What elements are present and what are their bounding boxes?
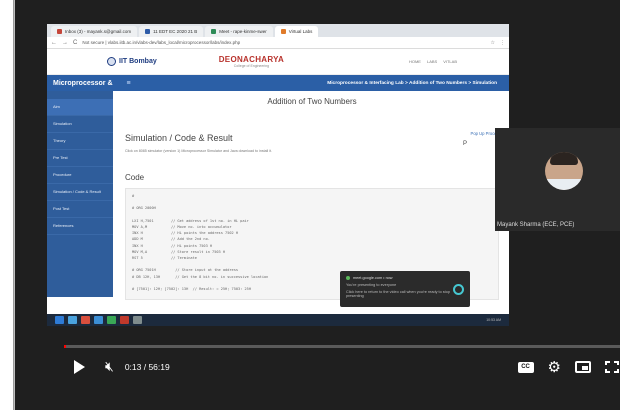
captions-icon[interactable]: CC xyxy=(517,361,534,373)
presenting-notification[interactable]: meet.google.com • now You're presenting … xyxy=(340,271,470,307)
tab-favicon xyxy=(145,29,151,34)
page-left-margin xyxy=(0,0,14,410)
play-icon[interactable] xyxy=(74,360,85,374)
bookmark-star-icon[interactable]: ☆ xyxy=(491,40,495,46)
tab-label: Inbox (3) - mayank.s@gmail.com xyxy=(65,29,132,34)
p-marker: P xyxy=(462,141,467,147)
tab-favicon xyxy=(57,29,62,34)
meet-icon xyxy=(346,276,350,280)
taskbar-app-icon[interactable] xyxy=(133,316,142,324)
mute-icon[interactable]: 🔇︎ xyxy=(105,359,114,375)
breadcrumb: Microprocessor & Interfacing Lab > Addit… xyxy=(327,80,497,86)
college-name: DEONACHARYA xyxy=(218,55,285,64)
url-field[interactable]: Not secure | vlabs.iitb.ac.in/vlabs-dev/… xyxy=(82,40,240,45)
iit-emblem-icon xyxy=(107,57,116,66)
video-player[interactable]: Inbox (3) - mayank.s@gmail.com 11 EDT EC… xyxy=(14,0,620,410)
taskbar-clock: 10:53 AM xyxy=(486,318,501,322)
windows-taskbar: 10:53 AM xyxy=(47,314,509,326)
browser-tab-active[interactable]: Virtual Labs xyxy=(274,26,319,37)
sidebar-item-references[interactable]: References xyxy=(47,218,113,235)
simulation-description: Click on 8085 simulator (version 1) Micr… xyxy=(125,149,273,153)
browser-menu-icon[interactable]: ⋮ xyxy=(500,40,505,46)
lab-body: Aim Simulation Theory Pre Test Procedure… xyxy=(47,91,509,300)
fullscreen-icon[interactable] xyxy=(605,361,619,373)
taskbar-app-icon[interactable] xyxy=(94,316,103,324)
college-logo: DEONACHARYA College of Engineering xyxy=(219,55,284,68)
toast-source: meet.google.com • now xyxy=(353,276,393,280)
back-icon[interactable]: ← xyxy=(51,40,57,46)
iit-logo[interactable]: IIT Bombay xyxy=(107,57,157,66)
pdf-icon[interactable] xyxy=(120,316,129,324)
gear-icon[interactable]: ⚙ xyxy=(548,358,561,376)
lab-sidebar: Aim Simulation Theory Pre Test Procedure… xyxy=(47,91,113,297)
browser-tab-strip: Inbox (3) - mayank.s@gmail.com 11 EDT EC… xyxy=(47,24,509,37)
video-progress-bar[interactable] xyxy=(64,345,620,348)
taskbar-app-icon[interactable] xyxy=(107,316,116,324)
tab-favicon xyxy=(211,29,217,34)
sidebar-item-procedure[interactable]: Procedure xyxy=(47,167,113,184)
forward-icon[interactable]: → xyxy=(62,40,68,46)
browser-tab[interactable]: Inbox (3) - mayank.s@gmail.com xyxy=(51,26,138,37)
sidebar-item-post-test[interactable]: Post Test xyxy=(47,201,113,218)
tab-favicon xyxy=(280,29,286,34)
meet-return-icon[interactable] xyxy=(453,284,464,295)
simulation-heading: Simulation / Code & Result xyxy=(125,133,233,143)
lab-navbar: Microprocessor & ≡ Microprocessor & Inte… xyxy=(47,75,509,91)
taskbar-app-icon[interactable] xyxy=(68,316,77,324)
tab-label: 11 EDT EC 2020 21 B xyxy=(153,29,198,34)
participant-tile: Mayank Sharma (ECE, PCE) xyxy=(495,128,620,231)
tab-label: Meet - rape-kinme-swer xyxy=(219,29,267,34)
address-bar: ← → C Not secure | vlabs.iitb.ac.in/vlab… xyxy=(47,37,509,49)
participant-name: Mayank Sharma (ECE, PCE) xyxy=(497,222,575,228)
toast-body: Click here to return to the video call w… xyxy=(346,290,450,298)
code-heading: Code xyxy=(125,173,145,182)
participant-avatar xyxy=(545,152,583,190)
sidebar-item-simulation[interactable]: Simulation xyxy=(47,116,113,133)
sidebar-item-pre-test[interactable]: Pre Test xyxy=(47,150,113,167)
iit-logo-text: IIT Bombay xyxy=(119,58,157,65)
sidebar-item-theory[interactable]: Theory xyxy=(47,133,113,150)
nav-labs[interactable]: LABS xyxy=(427,59,437,64)
shared-screen: Inbox (3) - mayank.s@gmail.com 11 EDT EC… xyxy=(47,24,509,326)
lab-content: Addition of Two Numbers Pop Up Procedure… xyxy=(113,91,509,300)
hamburger-icon[interactable]: ≡ xyxy=(127,80,131,87)
browser-tab[interactable]: Meet - rape-kinme-swer xyxy=(205,26,273,37)
time-display: 0:13 / 56:19 xyxy=(124,362,170,372)
site-header: IIT Bombay DEONACHARYA College of Engine… xyxy=(47,49,509,75)
video-controls: 🔇︎ 0:13 / 56:19 CC ⚙ xyxy=(64,352,620,382)
nav-home[interactable]: HOME xyxy=(409,59,421,64)
video-progress-fill xyxy=(64,345,67,348)
sidebar-item-code-result[interactable]: Simulation / Code & Result xyxy=(47,184,113,201)
lab-brand[interactable]: Microprocessor & xyxy=(53,80,113,87)
chrome-icon[interactable] xyxy=(81,316,90,324)
tab-label: Virtual Labs xyxy=(288,29,313,34)
start-icon[interactable] xyxy=(55,316,64,324)
browser-tab[interactable]: 11 EDT EC 2020 21 B xyxy=(139,26,204,37)
site-nav: HOME LABS VITLAB xyxy=(409,59,457,64)
reload-icon[interactable]: C xyxy=(73,40,77,46)
page-title: Addition of Two Numbers xyxy=(267,97,357,106)
nav-vitlab[interactable]: VITLAB xyxy=(443,59,457,64)
toast-title: You're presenting to everyone xyxy=(346,283,397,287)
sidebar-item-aim[interactable]: Aim xyxy=(47,99,113,116)
college-subtitle: College of Engineering xyxy=(233,64,270,68)
miniplayer-icon[interactable] xyxy=(575,361,591,373)
